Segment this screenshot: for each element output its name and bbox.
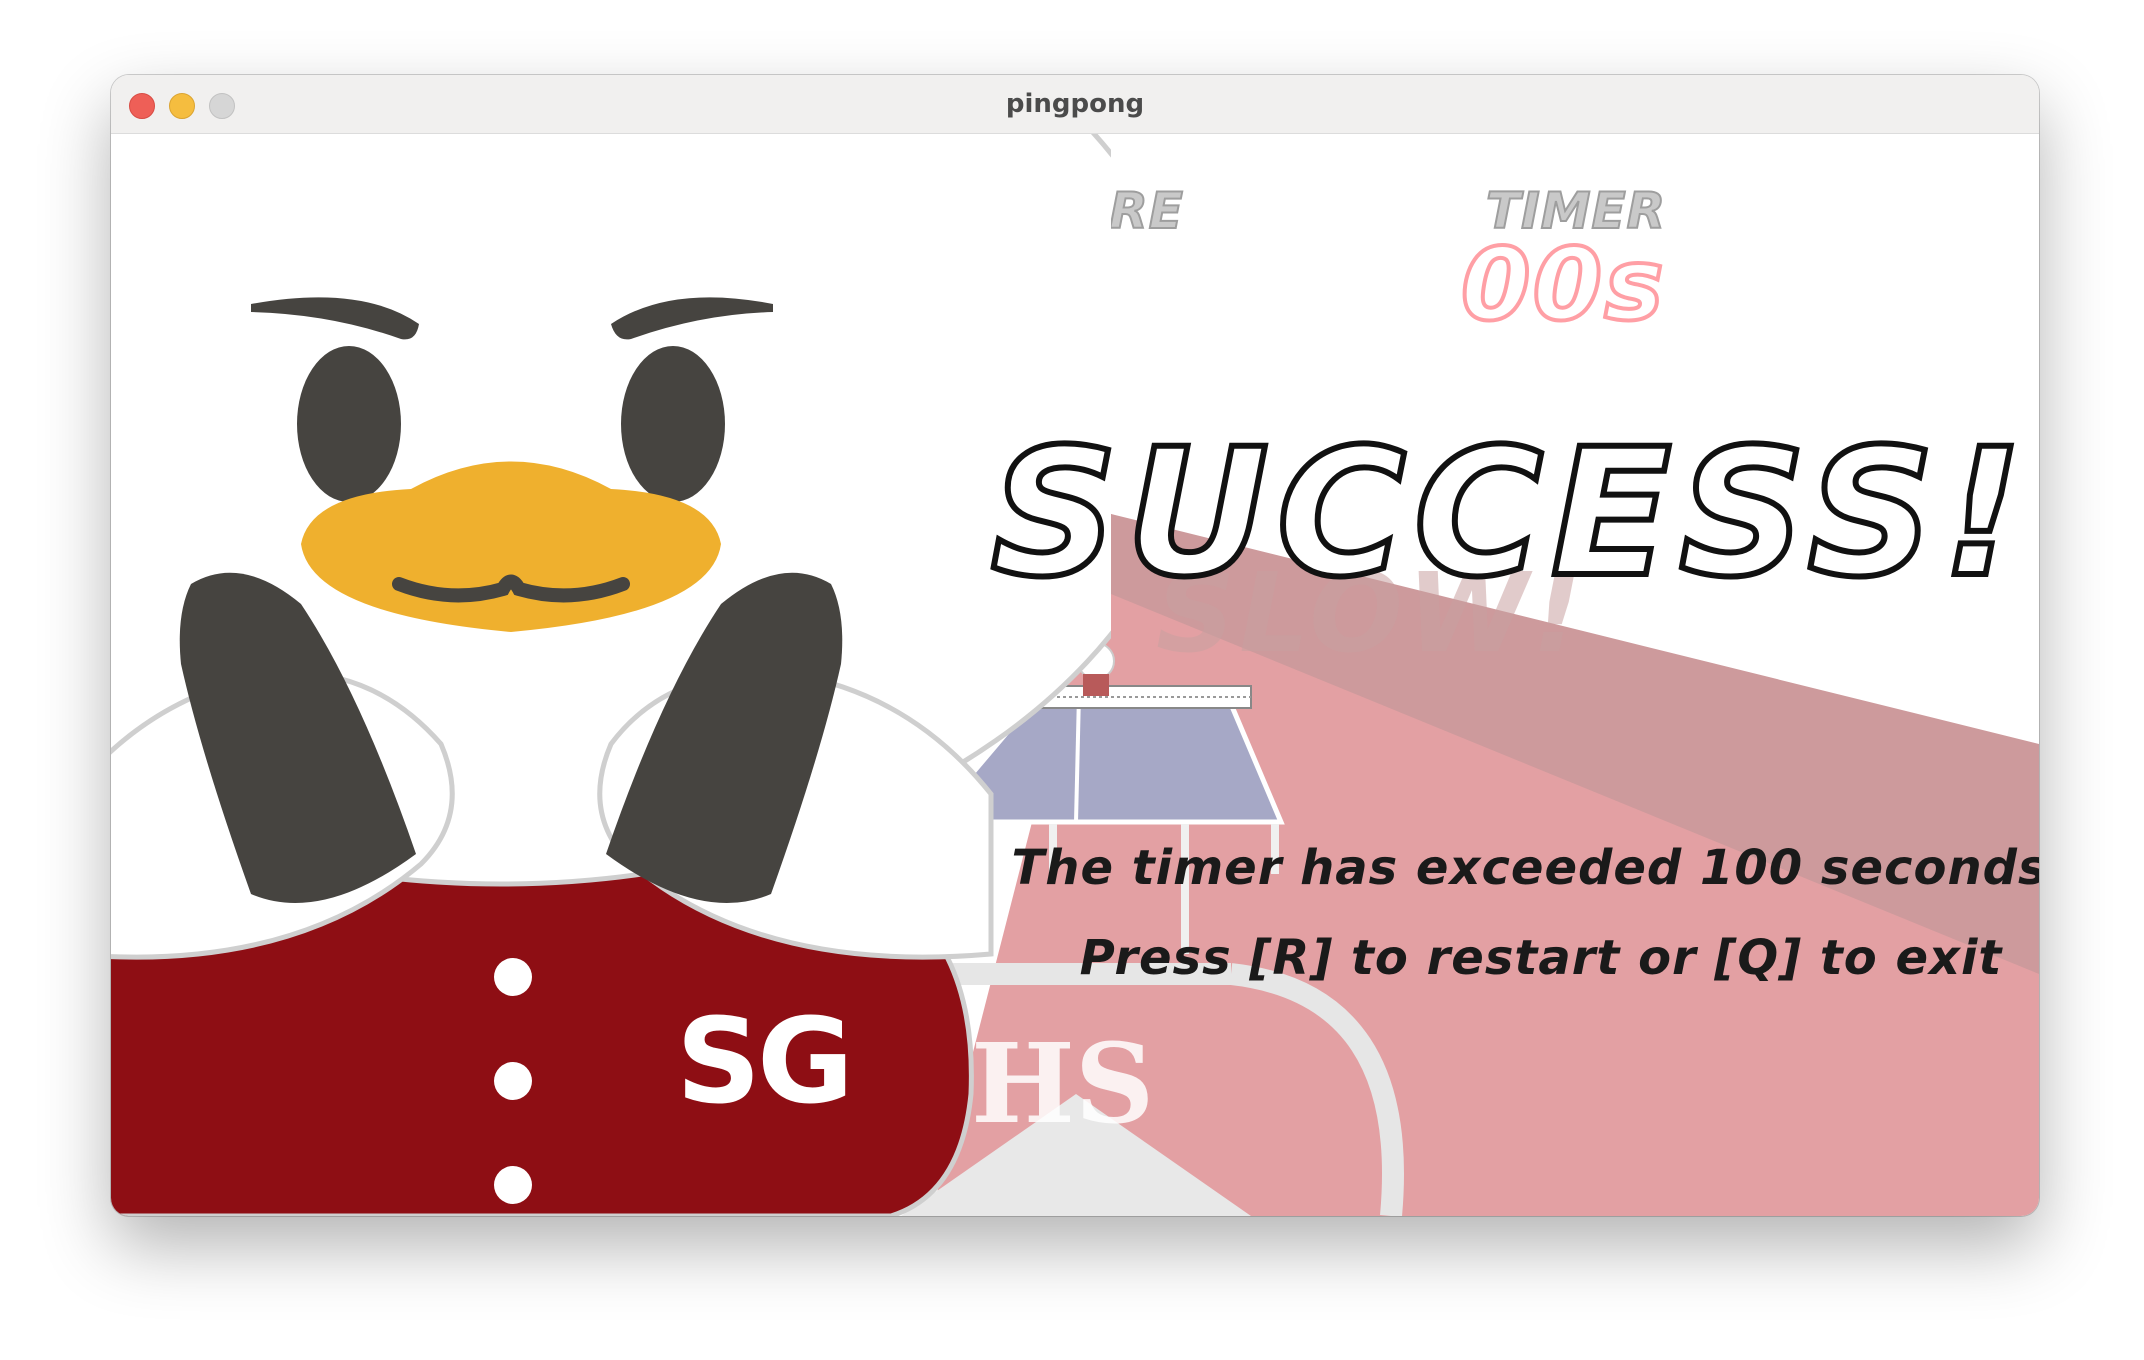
restart-exit-instructions: Press [R] to restart or [Q] to exit: [1079, 930, 2003, 986]
timer-value: 00s: [1459, 224, 1666, 345]
mascot-button: [494, 1166, 532, 1204]
title-bar: pingpong: [111, 75, 2039, 134]
mascot: [111, 134, 1111, 1216]
game-scene: SCORE TIMER 00s HS: [111, 134, 2039, 1216]
success-headline: SUCCESS!: [988, 411, 2031, 616]
game-window: pingpong S: [111, 75, 2039, 1216]
mascot-button: [494, 958, 532, 996]
mascot-button: [494, 1062, 532, 1100]
mascot-badge: SG: [676, 992, 854, 1130]
window-title: pingpong: [1005, 89, 1145, 119]
timer-exceeded-message: The timer has exceeded 100 seconds!: [1011, 840, 2039, 896]
